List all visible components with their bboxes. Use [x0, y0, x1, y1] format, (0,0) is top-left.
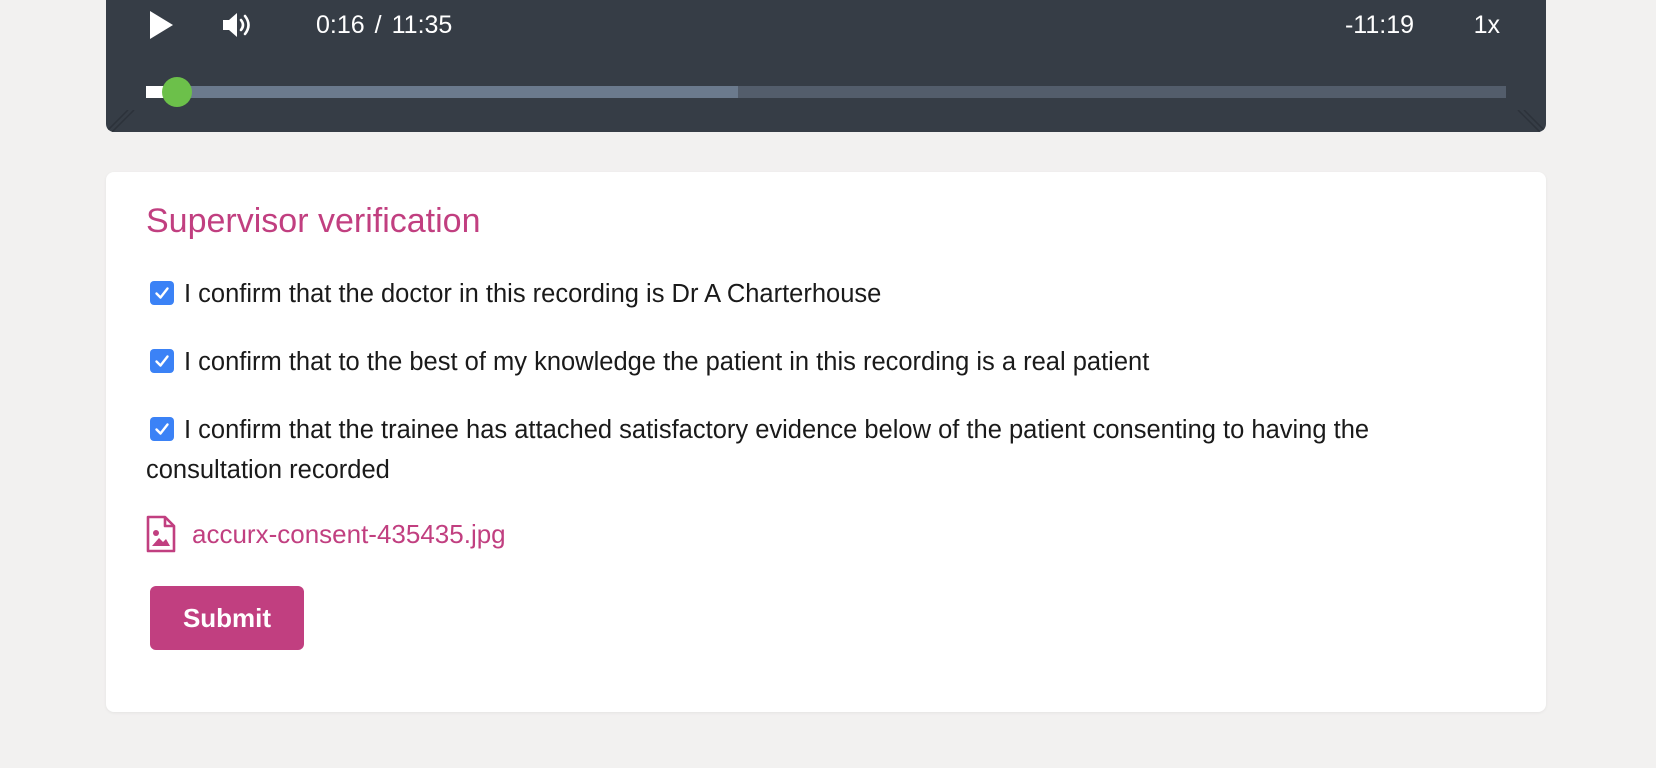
corner-decoration-left — [106, 110, 135, 132]
duration: 11:35 — [391, 11, 453, 39]
submit-button[interactable]: Submit — [150, 586, 304, 650]
time-display: 0:16 / 11:35 — [316, 8, 452, 42]
file-image-icon — [146, 515, 176, 553]
checkbox-real-patient[interactable] — [150, 349, 174, 373]
volume-icon — [223, 13, 250, 37]
checkbox-label-real-patient: I confirm that to the best of my knowled… — [184, 348, 1150, 376]
check-row-consent: I confirm that the trainee has attached … — [146, 410, 1486, 490]
progress-handle[interactable] — [162, 77, 193, 107]
check-row-doctor: I confirm that the doctor in this record… — [146, 274, 1486, 314]
checkbox-label-doctor: I confirm that the doctor in this record… — [184, 280, 882, 308]
checkmark-icon — [155, 423, 169, 435]
attachment-filename: accurx-consent-435435.jpg — [192, 518, 506, 549]
audio-player: 0:16 / 11:35 -11:19 1x — [106, 0, 1546, 132]
playback-speed-button[interactable]: 1x — [1474, 8, 1500, 42]
play-icon — [150, 11, 173, 39]
check-row-real-patient: I confirm that to the best of my knowled… — [146, 342, 1486, 382]
checkmark-icon — [155, 287, 169, 299]
volume-button[interactable] — [220, 8, 254, 42]
progress-buffered — [146, 86, 738, 98]
progress-bar[interactable] — [146, 77, 1506, 107]
corner-decoration-right — [1517, 110, 1546, 132]
checkbox-consent[interactable] — [150, 417, 174, 441]
current-time: 0:16 — [316, 11, 365, 39]
play-button[interactable] — [144, 8, 178, 42]
checkbox-doctor[interactable] — [150, 281, 174, 305]
attachment-link[interactable]: accurx-consent-435435.jpg — [146, 515, 506, 553]
time-separator: / — [374, 11, 382, 39]
section-title: Supervisor verification — [146, 202, 481, 240]
checkmark-icon — [155, 355, 169, 367]
remaining-time: -11:19 — [1344, 11, 1414, 39]
checkbox-label-consent: I confirm that the trainee has attached … — [146, 416, 1370, 484]
supervisor-verification-card: Supervisor verification I confirm that t… — [106, 172, 1546, 712]
